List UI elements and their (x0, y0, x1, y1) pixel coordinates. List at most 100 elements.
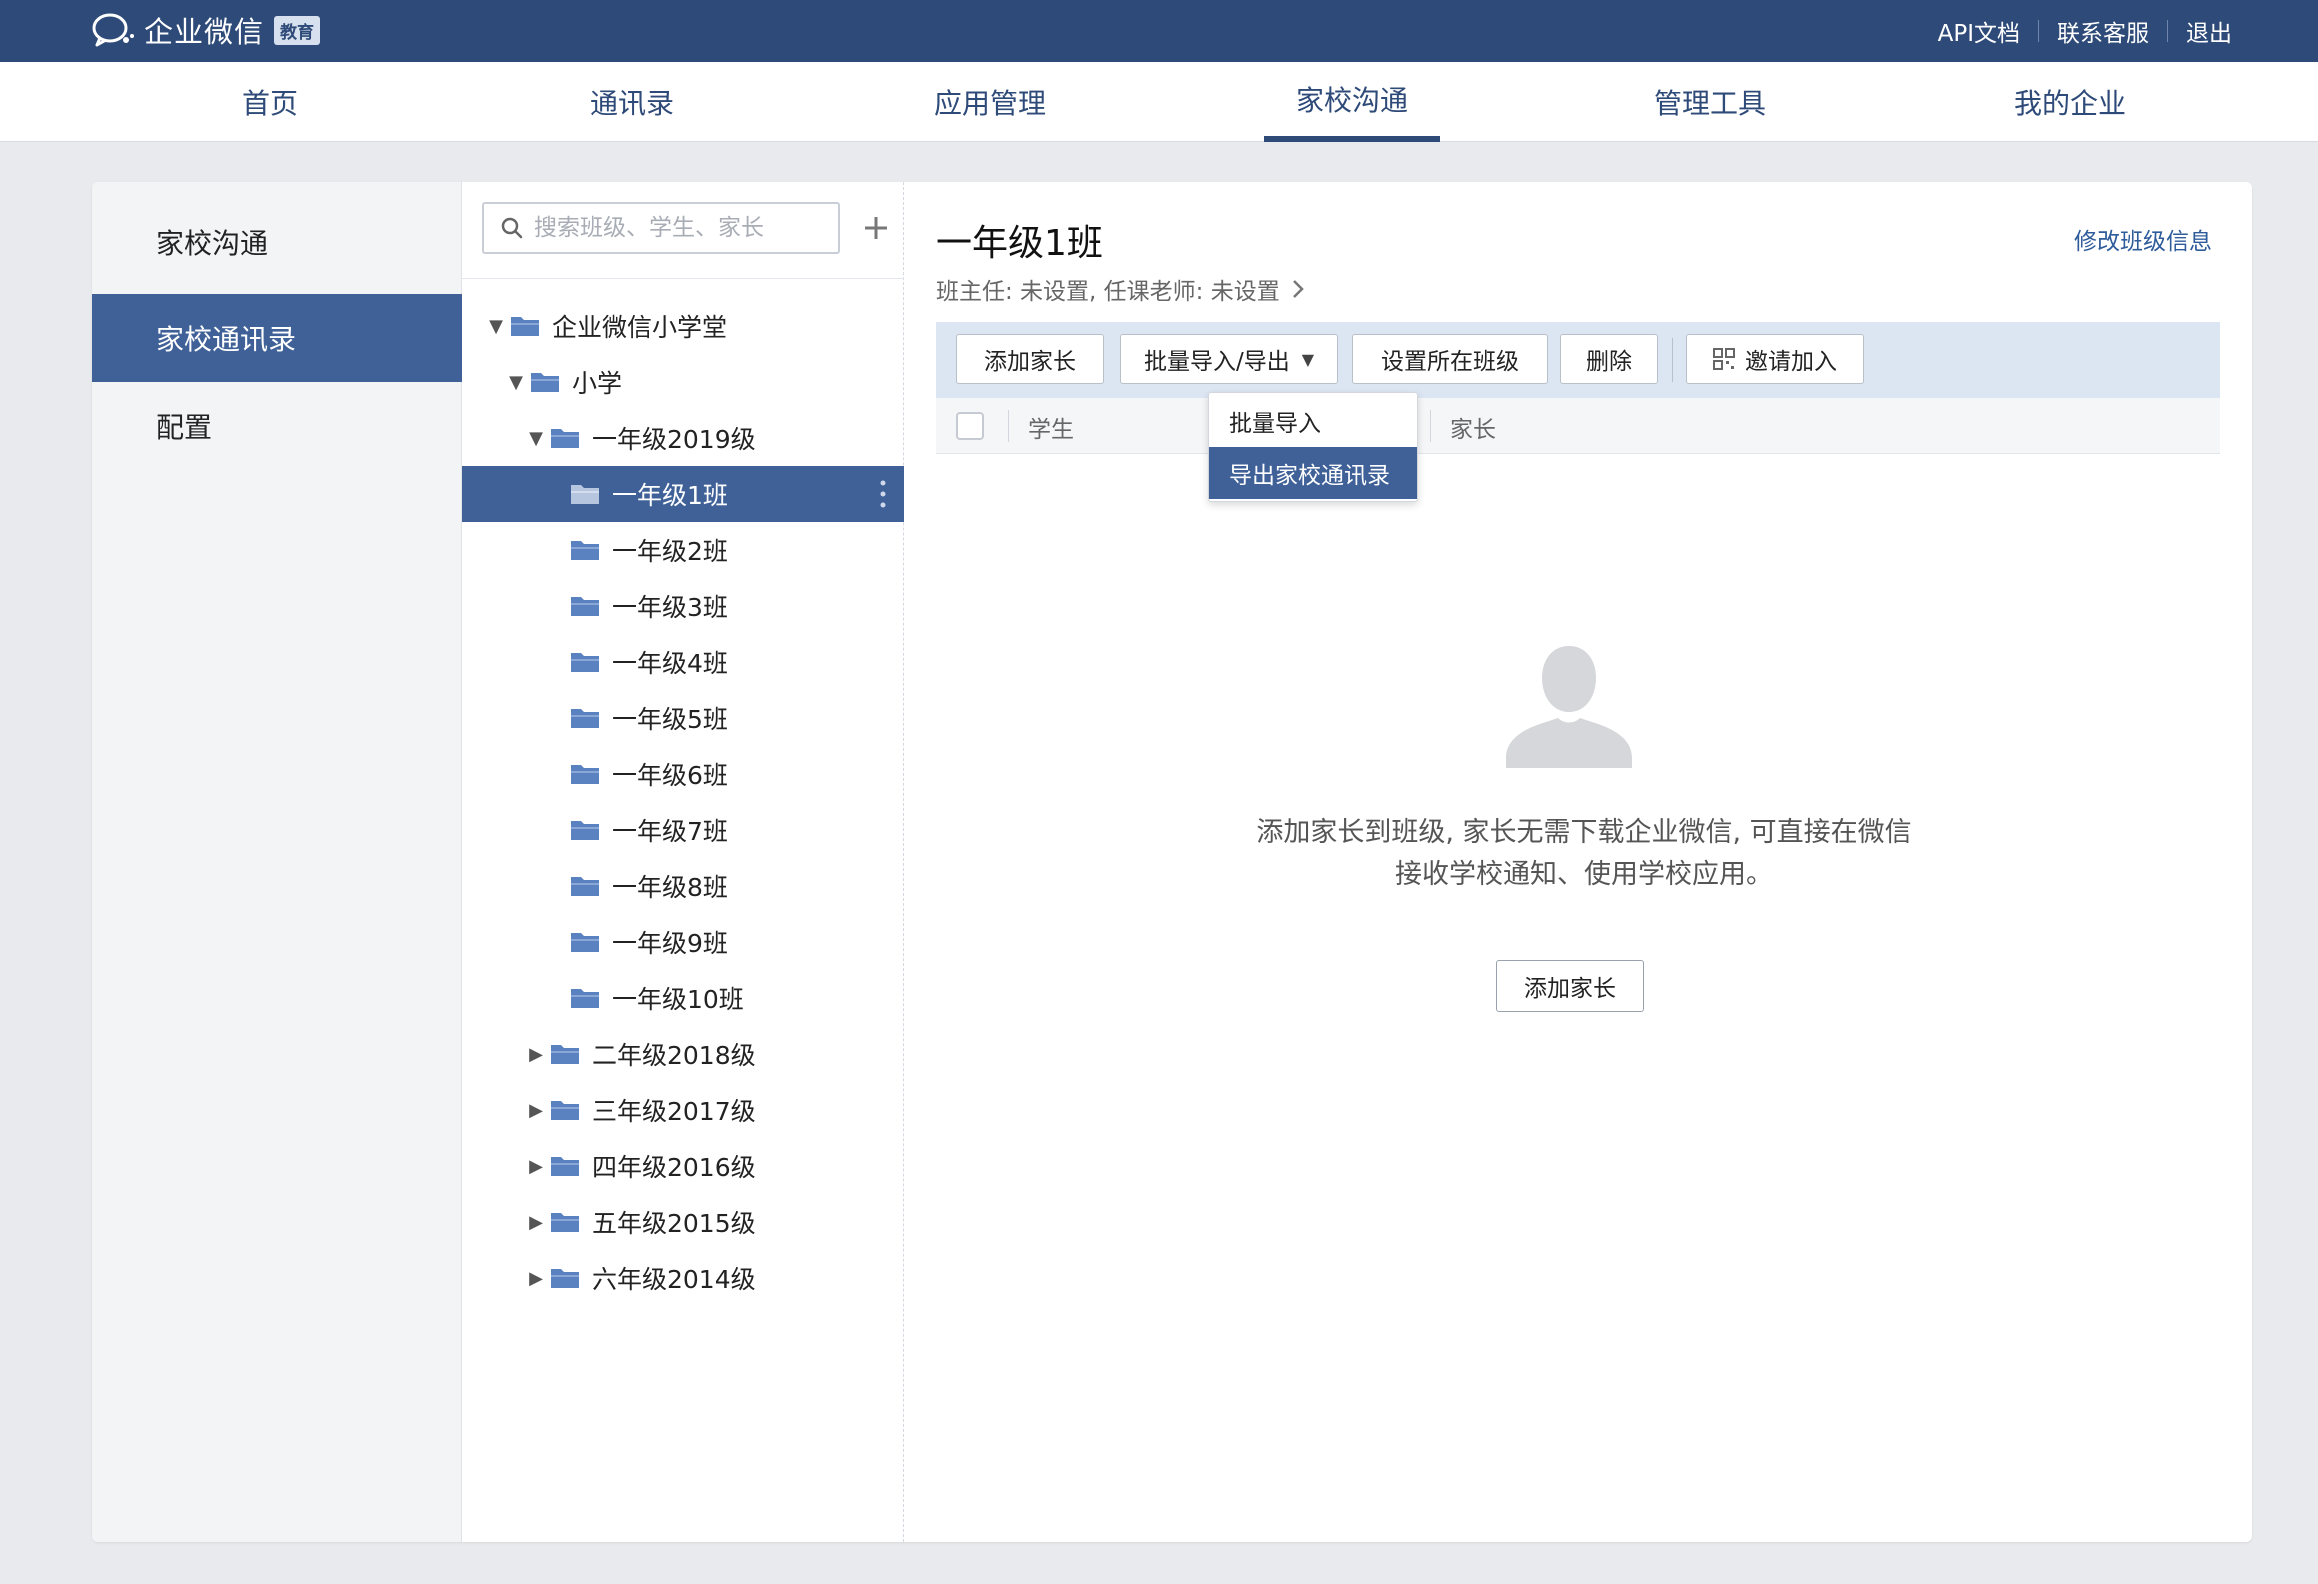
brand-badge: 教育 (274, 15, 321, 45)
edit-class-info-link[interactable]: 修改班级信息 (2074, 222, 2212, 256)
column-divider (1008, 410, 1009, 442)
tree-node[interactable]: 一年级9班 (462, 914, 904, 970)
set-class-button[interactable]: 设置所在班级 (1352, 334, 1548, 384)
invite-join-button[interactable]: 邀请加入 (1686, 334, 1864, 384)
folder-icon (571, 709, 599, 728)
tree-node[interactable]: ▶ 四年级2016级 (462, 1138, 904, 1194)
class-tree-panel: ▼ 企业微信小学堂 ▼ 小学 ▼ 一年级2019级一年级1班一年级2班一年级3班一年级4班… (462, 182, 904, 1542)
folder-icon (571, 765, 599, 784)
search-input[interactable] (534, 215, 834, 241)
folder-icon (571, 541, 599, 560)
tree-node[interactable]: 一年级8班 (462, 858, 904, 914)
table-header: 学生 家长 (936, 398, 2220, 454)
folder-icon (571, 933, 599, 952)
caret-right-icon[interactable]: ▶ (522, 1268, 550, 1289)
folder-icon (571, 597, 599, 616)
folder-icon (551, 1045, 579, 1064)
brand-name: 企业微信 (144, 15, 265, 49)
tree-node-selected[interactable]: 一年级1班 (462, 466, 904, 522)
caret-right-icon[interactable]: ▶ (522, 1044, 550, 1065)
folder-icon (531, 373, 559, 392)
tree-node-label: 六年级2014级 (592, 1265, 756, 1294)
tree-node[interactable]: 一年级4班 (462, 634, 904, 690)
tree-node-label: 一年级5班 (612, 705, 728, 734)
action-toolbar: 添加家长 批量导入/导出 ▼ 设置所在班级 删除 邀请加入 (936, 322, 2220, 398)
menu-item-settings[interactable]: 配置 (92, 382, 462, 470)
tree-node[interactable]: 一年级5班 (462, 690, 904, 746)
column-divider (1430, 410, 1431, 442)
menu-item-home-school[interactable]: 家校沟通 (92, 198, 462, 286)
tree-node-label: 企业微信小学堂 (552, 313, 728, 342)
add-class-button[interactable] (854, 206, 898, 250)
tree-node-label: 一年级8班 (612, 873, 728, 902)
caret-down-icon[interactable]: ▼ (522, 428, 550, 449)
more-options-icon[interactable] (880, 480, 886, 508)
folder-icon (571, 485, 599, 504)
search-box[interactable] (482, 202, 840, 254)
folder-icon (551, 429, 579, 448)
tree-node-label: 四年级2016级 (592, 1153, 756, 1182)
brand[interactable]: 企业微信 教育 (90, 10, 321, 50)
tree-node[interactable]: ▶ 六年级2014级 (462, 1250, 904, 1306)
bulk-import-export-label: 批量导入/导出 (1143, 349, 1290, 375)
caret-right-icon[interactable]: ▶ (522, 1212, 550, 1233)
top-links: API文档 联系客服 退出 (1920, 0, 2250, 62)
class-teachers-info[interactable]: 班主任: 未设置, 任课老师: 未设置 (936, 272, 1308, 306)
tab-my-enterprise[interactable]: 我的企业 (2000, 62, 2140, 142)
person-placeholder-icon (1506, 646, 1632, 768)
qr-code-icon (1713, 348, 1735, 370)
add-parent-button[interactable]: 添加家长 (956, 334, 1104, 384)
tab-home[interactable]: 首页 (200, 62, 340, 142)
folder-icon (571, 821, 599, 840)
tree-node[interactable]: 一年级6班 (462, 746, 904, 802)
tree-node[interactable]: 一年级7班 (462, 802, 904, 858)
select-all-checkbox[interactable] (956, 412, 984, 440)
tree-node[interactable]: ▼ 一年级2019级 (462, 410, 904, 466)
folder-icon (551, 1157, 579, 1176)
tree-node[interactable]: 一年级10班 (462, 970, 904, 1026)
logout-link[interactable]: 退出 (2168, 14, 2250, 48)
class-detail-panel: 一年级1班 修改班级信息 班主任: 未设置, 任课老师: 未设置 添加家长 批量… (904, 182, 2252, 1542)
left-menu: 家校沟通 家校通讯录 配置 (92, 182, 462, 1542)
tree-node[interactable]: ▶ 五年级2015级 (462, 1194, 904, 1250)
tab-contacts[interactable]: 通讯录 (562, 62, 702, 142)
menu-item-bulk-import[interactable]: 批量导入 (1209, 395, 1417, 447)
api-docs-link[interactable]: API文档 (1920, 14, 2038, 48)
bulk-import-export-button[interactable]: 批量导入/导出 ▼ (1120, 334, 1338, 384)
tree-node[interactable]: 一年级2班 (462, 522, 904, 578)
folder-icon (571, 989, 599, 1008)
caret-right-icon[interactable]: ▶ (522, 1100, 550, 1121)
column-header-student: 学生 (1028, 417, 1074, 443)
tab-management-tools[interactable]: 管理工具 (1640, 62, 1780, 142)
tree-node[interactable]: 一年级3班 (462, 578, 904, 634)
tree-node[interactable]: ▶ 二年级2018级 (462, 1026, 904, 1082)
menu-item-home-school-contacts[interactable]: 家校通讯录 (92, 294, 462, 382)
tab-home-school[interactable]: 家校沟通 (1264, 62, 1440, 142)
tree-node[interactable]: ▶ 三年级2017级 (462, 1082, 904, 1138)
tree-node-label: 一年级3班 (612, 593, 728, 622)
tree-node[interactable]: ▼ 企业微信小学堂 (462, 298, 904, 354)
class-title: 一年级1班 (936, 223, 1103, 264)
folder-icon (551, 1213, 579, 1232)
tree-node-label: 一年级2班 (612, 537, 728, 566)
chevron-right-icon (1292, 280, 1304, 298)
caret-down-icon[interactable]: ▼ (502, 372, 530, 393)
plus-icon (865, 217, 887, 239)
tab-app-management[interactable]: 应用管理 (920, 62, 1060, 142)
toolbar-divider (1672, 338, 1673, 382)
wecom-logo-icon (92, 13, 134, 47)
empty-add-parent-button[interactable]: 添加家长 (1496, 960, 1644, 1012)
menu-item-export-contacts[interactable]: 导出家校通讯录 (1209, 447, 1417, 499)
tree-node[interactable]: ▼ 小学 (462, 354, 904, 410)
tree-node-label: 一年级1班 (612, 481, 728, 510)
main-nav: 首页 通讯录 应用管理 家校沟通 管理工具 我的企业 (0, 62, 2318, 142)
tree-node-label: 五年级2015级 (592, 1209, 756, 1238)
tree-node-label: 一年级7班 (612, 817, 728, 846)
caret-down-icon[interactable]: ▼ (482, 316, 510, 337)
caret-right-icon[interactable]: ▶ (522, 1156, 550, 1177)
folder-icon (551, 1269, 579, 1288)
class-teachers-text: 班主任: 未设置, 任课老师: 未设置 (936, 279, 1280, 305)
contact-support-link[interactable]: 联系客服 (2039, 14, 2167, 48)
tree-node-label: 一年级4班 (612, 649, 728, 678)
delete-button[interactable]: 删除 (1560, 334, 1658, 384)
